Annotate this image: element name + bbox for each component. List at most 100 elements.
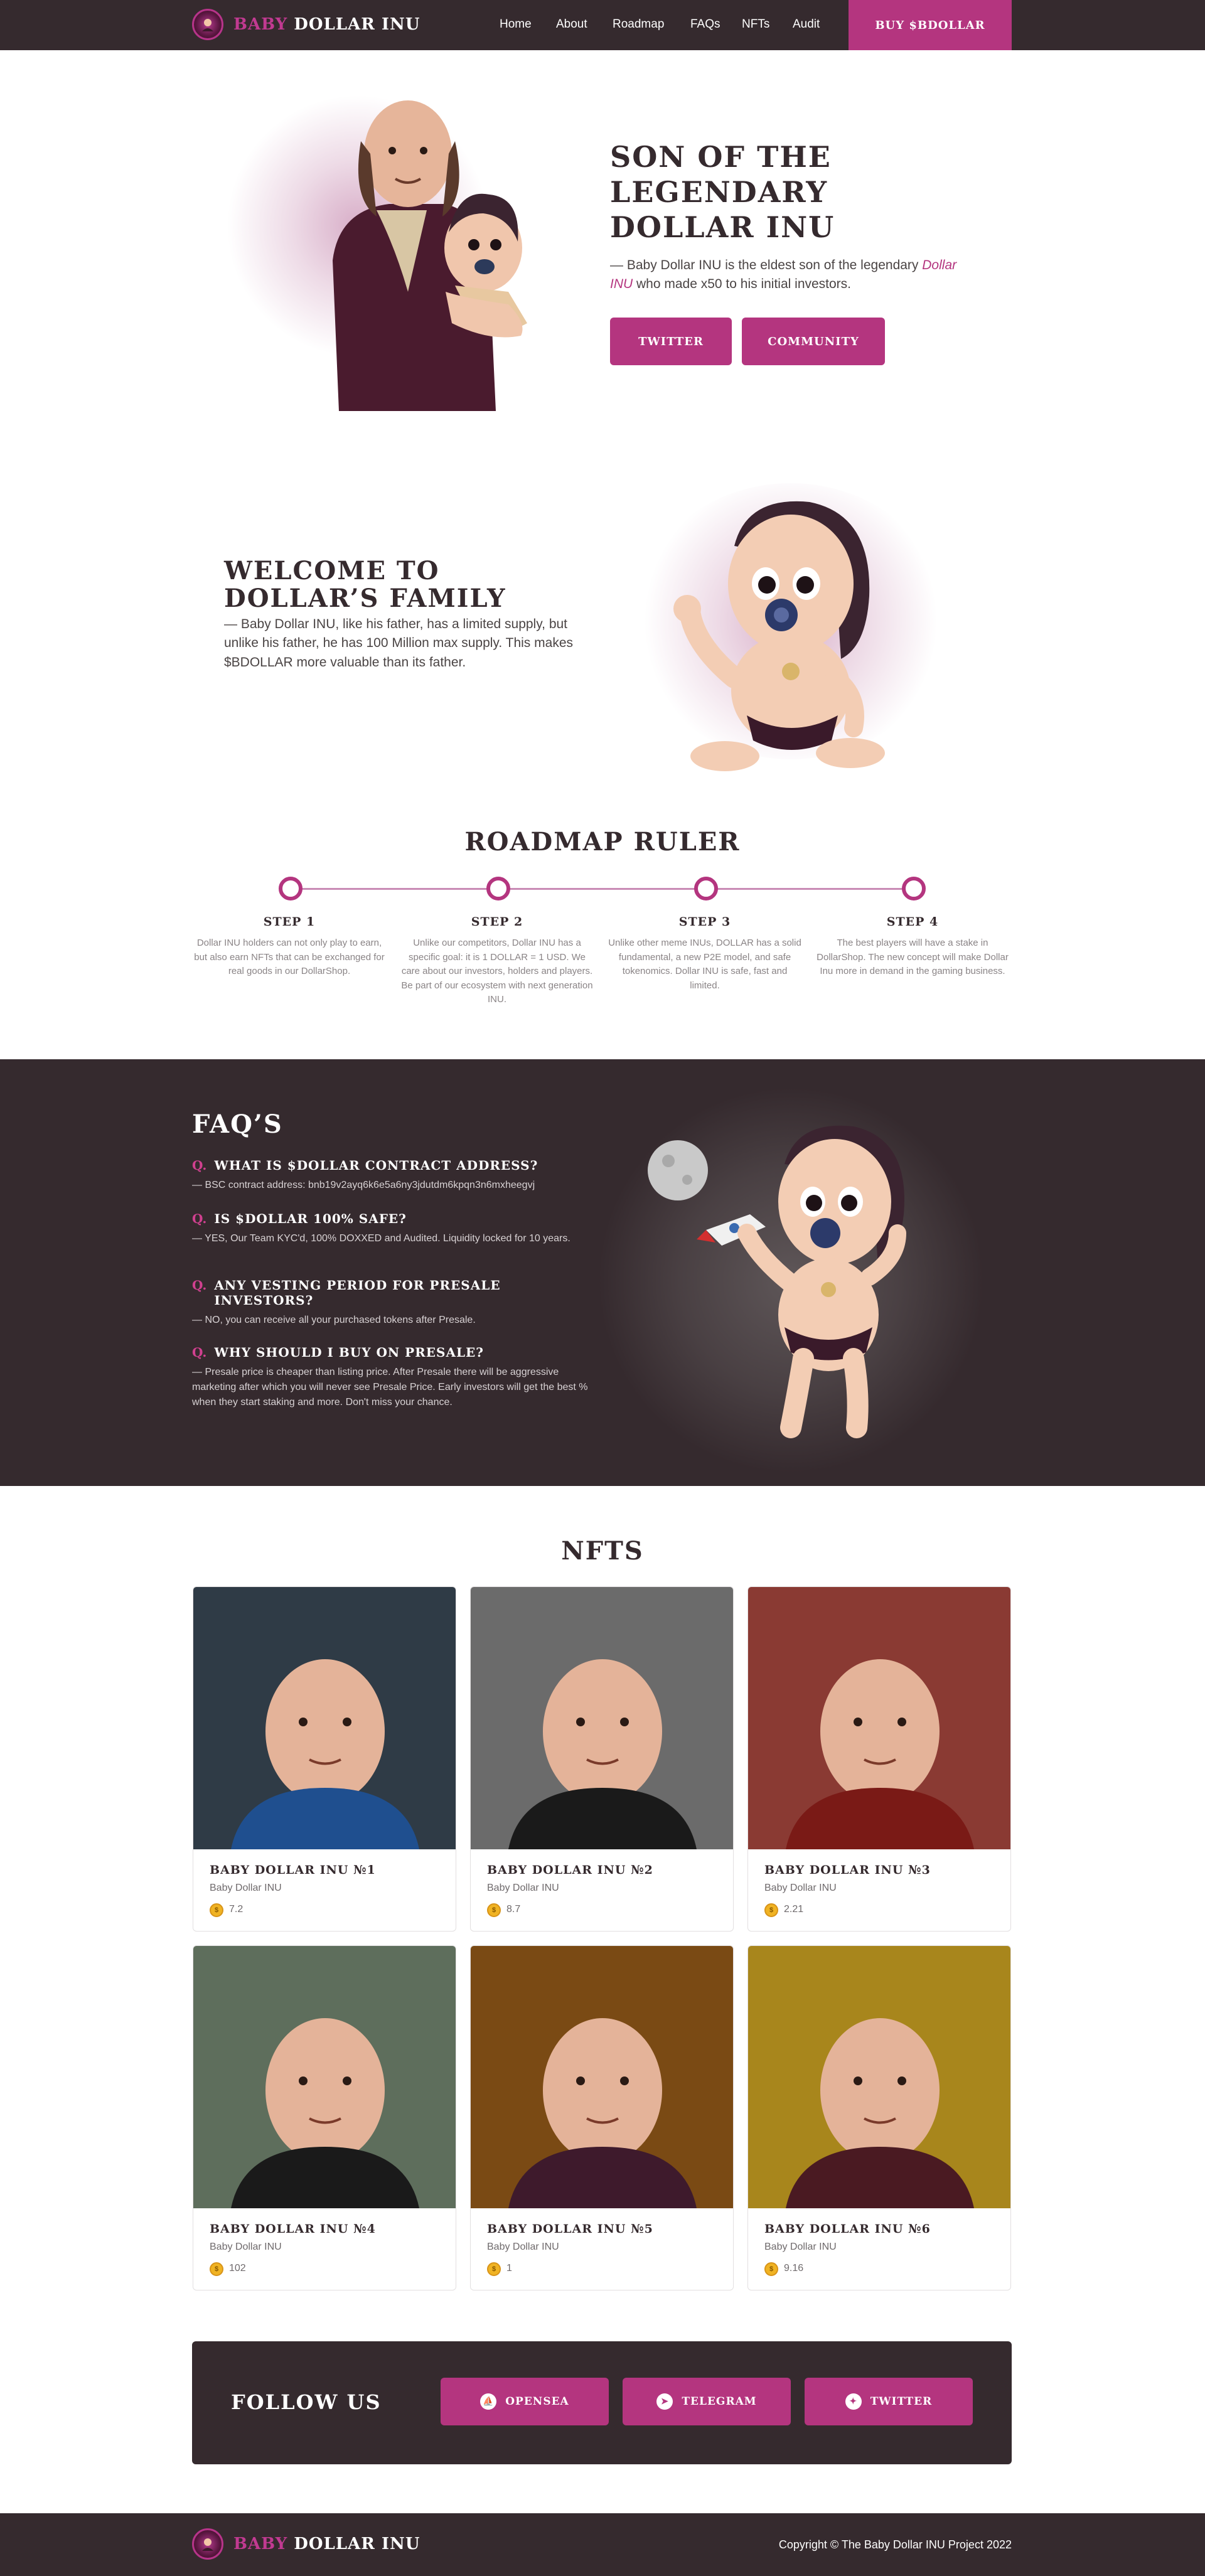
nft-card[interactable]: BABY DOLLAR INU №1 Baby Dollar INU $7.2 [193, 1586, 456, 1932]
nft-image [748, 1946, 1010, 2208]
follow-title: FOLLOW US [231, 2390, 382, 2414]
telegram-button[interactable]: ➤ TELEGRAM [623, 2378, 791, 2425]
nft-price: 102 [229, 2263, 246, 2274]
logo-icon [192, 9, 223, 40]
nft-collection: Baby Dollar INU [487, 2242, 559, 2252]
step-1-text: Dollar INU holders can not only play to … [194, 938, 385, 976]
faq-question: WHY SHOULD I BUY ON PRESALE? [214, 1345, 485, 1360]
nft-collection: Baby Dollar INU [487, 1883, 559, 1893]
faq-question: ANY VESTING PERIOD FOR PRESALE INVESTORS… [214, 1278, 501, 1308]
twitter-button[interactable]: TWITTER [610, 318, 732, 365]
step-3-title: STEP 3 [678, 915, 731, 929]
faq-item-3[interactable]: Q. ANY VESTING PERIOD FOR PRESALE INVESTO… [192, 1278, 594, 1328]
nft-name: BABY DOLLAR INU №5 [487, 2222, 653, 2236]
faq-answer: — YES, Our Team KYC'd, 100% DOXXED and A… [192, 1233, 570, 1244]
faq-item-1[interactable]: Q. WHAT IS $DOLLAR CONTRACT ADDRESS? — BS… [192, 1158, 594, 1193]
step-2: STEP 2 Unlike our competitors, Dollar IN… [400, 915, 594, 1007]
step-2-dot [486, 877, 510, 901]
faq-question: WHAT IS $DOLLAR CONTRACT ADDRESS? [214, 1158, 538, 1173]
site-footer: BABY DOLLAR INU Copyright © The Baby Dol… [0, 2513, 1205, 2576]
faq-title: FAQ’S [192, 1109, 283, 1139]
step-2-text: Unlike our competitors, Dollar INU has a… [401, 938, 593, 1005]
logo-text: BABY DOLLAR INU [233, 2535, 420, 2553]
nft-name: BABY DOLLAR INU №2 [487, 1863, 653, 1877]
welcome-title: WELCOME TO DOLLAR’S FAMILY [224, 556, 506, 613]
step-4-dot [902, 877, 926, 901]
nft-name: BABY DOLLAR INU №6 [764, 2222, 931, 2236]
step-3-text: Unlike other meme INUs, DOLLAR has a sol… [608, 938, 801, 991]
logo-icon [192, 2528, 223, 2560]
question-icon: Q. [192, 1211, 207, 1226]
opensea-icon: ⛵ [480, 2393, 497, 2410]
nft-card[interactable]: BABY DOLLAR INU №4 Baby Dollar INU $102 [193, 1945, 456, 2290]
nav-nfts[interactable]: NFTs [742, 18, 769, 31]
twitter-follow-button[interactable]: ✦ TWITTER [805, 2378, 973, 2425]
step-3: STEP 3 Unlike other meme INUs, DOLLAR ha… [608, 915, 802, 993]
nft-card[interactable]: BABY DOLLAR INU №3 Baby Dollar INU $2.21 [747, 1586, 1011, 1932]
nav-faqs[interactable]: FAQs [690, 18, 720, 31]
faq-item-4[interactable]: Q. WHY SHOULD I BUY ON PRESALE? — Presale… [192, 1345, 594, 1410]
nav-roadmap[interactable]: Roadmap [613, 18, 664, 31]
nfts-title: NFTS [561, 1536, 644, 1566]
coin-icon: $ [210, 1903, 223, 1917]
nft-card[interactable]: BABY DOLLAR INU №5 Baby Dollar INU $1 [470, 1945, 734, 2290]
step-4-title: STEP 4 [886, 915, 939, 929]
coin-icon: $ [487, 1903, 501, 1917]
nft-collection: Baby Dollar INU [210, 1883, 282, 1893]
roadmap-line [291, 888, 914, 890]
faq-answer: — NO, you can receive all your purchased… [192, 1315, 476, 1325]
step-4-text: The best players will have a stake in Do… [817, 938, 1009, 976]
hero-text: — Baby Dollar INU is the eldest son of t… [610, 258, 957, 292]
nft-price: 1 [506, 2263, 512, 2274]
buy-button[interactable]: BUY $BDOLLAR [849, 0, 1012, 50]
nav-home[interactable]: Home [500, 18, 532, 31]
coin-icon: $ [487, 2262, 501, 2276]
nft-image [193, 1946, 456, 2208]
nft-image [193, 1587, 456, 1849]
step-1-dot [279, 877, 303, 901]
nav-audit[interactable]: Audit [793, 18, 820, 31]
nft-card[interactable]: BABY DOLLAR INU №6 Baby Dollar INU $9.16 [747, 1945, 1011, 2290]
copyright: Copyright © The Baby Dollar INU Project … [778, 2538, 1012, 2551]
step-1-title: STEP 1 [263, 915, 316, 929]
nft-price: 8.7 [506, 1904, 521, 1915]
question-icon: Q. [192, 1158, 207, 1173]
site-header: BABY DOLLAR INU Home About Roadmap FAQs … [0, 0, 1205, 50]
nft-card[interactable]: BABY DOLLAR INU №2 Baby Dollar INU $8.7 [470, 1586, 734, 1932]
follow-section: FOLLOW US ⛵ OPENSEA ➤ TELEGRAM ✦ TWITTER [192, 2341, 1012, 2464]
nft-collection: Baby Dollar INU [764, 1883, 837, 1893]
nft-collection: Baby Dollar INU [210, 2242, 282, 2252]
faq-answer: — Presale price is cheaper than listing … [192, 1367, 588, 1408]
hero-title: SON OF THE LEGENDARY DOLLAR INU [610, 140, 835, 245]
header-logo[interactable]: BABY DOLLAR INU [192, 9, 420, 40]
faq-question: IS $DOLLAR 100% SAFE? [214, 1211, 407, 1226]
question-icon: Q. [192, 1345, 207, 1360]
nft-price: 2.21 [784, 1904, 804, 1915]
nft-price: 7.2 [229, 1904, 244, 1915]
footer-logo[interactable]: BABY DOLLAR INU [192, 2528, 420, 2560]
telegram-icon: ➤ [656, 2393, 673, 2410]
coin-icon: $ [210, 2262, 223, 2276]
step-4: STEP 4 The best players will have a stak… [815, 915, 1010, 979]
coin-icon: $ [764, 2262, 778, 2276]
hero-illustration [301, 85, 565, 417]
logo-text: BABY DOLLAR INU [233, 15, 420, 34]
nft-price: 9.16 [784, 2263, 804, 2274]
step-1: STEP 1 Dollar INU holders can not only p… [192, 915, 387, 979]
baby-illustration [653, 489, 904, 778]
coin-icon: $ [764, 1903, 778, 1917]
roadmap-title: ROADMAP RULER [464, 827, 741, 857]
rocket-baby-illustration [640, 1120, 941, 1446]
nft-collection: Baby Dollar INU [764, 2242, 837, 2252]
step-3-dot [694, 877, 718, 901]
welcome-text: — Baby Dollar INU, like his father, has … [224, 617, 573, 670]
nft-image [471, 1587, 733, 1849]
twitter-icon: ✦ [845, 2393, 862, 2410]
nav-about[interactable]: About [556, 18, 587, 31]
step-2-title: STEP 2 [471, 915, 523, 929]
community-button[interactable]: COMMUNITY [742, 318, 885, 365]
faq-item-2[interactable]: Q. IS $DOLLAR 100% SAFE? — YES, Our Team … [192, 1211, 594, 1246]
faq-answer: — BSC contract address: bnb19v2ayq6k6e5a… [192, 1180, 535, 1190]
opensea-button[interactable]: ⛵ OPENSEA [441, 2378, 609, 2425]
nft-name: BABY DOLLAR INU №3 [764, 1863, 931, 1877]
